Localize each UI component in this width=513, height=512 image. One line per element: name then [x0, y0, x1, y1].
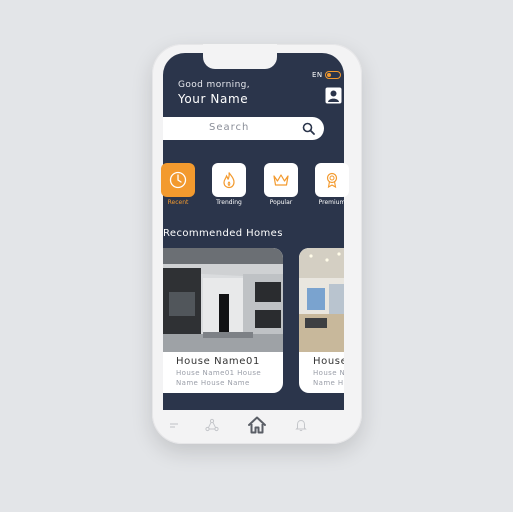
award-icon — [326, 172, 338, 189]
home-card-title: House Name01 — [176, 356, 260, 367]
phone-notch — [203, 44, 277, 69]
category-label-popular: Popular — [269, 199, 293, 206]
flame-icon — [223, 172, 235, 189]
category-label-trending: Trending — [216, 199, 242, 206]
category-label-recent: Recent — [167, 199, 189, 206]
category-label-premium: Premium — [318, 199, 346, 206]
home-card-subtitle: Name House Name — [176, 379, 250, 387]
home-photo — [299, 248, 344, 352]
category-recent[interactable] — [161, 163, 195, 197]
language-label[interactable]: EN — [312, 71, 322, 79]
user-icon[interactable] — [325, 87, 342, 104]
search-icon[interactable] — [302, 122, 315, 135]
category-popular[interactable] — [264, 163, 298, 197]
share-icon[interactable] — [205, 418, 219, 432]
home-card-1[interactable]: House Name01 House Name01 House Name Hou… — [163, 248, 283, 393]
search-bar[interactable]: Search — [163, 117, 324, 140]
user-name: Your Name — [178, 92, 249, 106]
home-card-subtitle: Name H — [313, 379, 344, 387]
bell-icon[interactable] — [294, 418, 308, 432]
home-card-2[interactable]: House House N Name H — [299, 248, 344, 393]
toggle-knob — [327, 73, 331, 77]
clock-icon — [169, 171, 187, 189]
crown-icon — [273, 174, 289, 186]
language-toggle[interactable] — [325, 71, 341, 79]
home-card-subtitle: House Name01 House — [176, 369, 262, 377]
search-placeholder: Search — [209, 122, 250, 133]
home-card-title: House — [313, 356, 344, 367]
home-photo — [163, 248, 283, 352]
section-title: Recommended Homes — [163, 228, 283, 239]
home-card-subtitle: House N — [313, 369, 344, 377]
greeting-text: Good morning, — [178, 80, 251, 90]
category-trending[interactable] — [212, 163, 246, 197]
bottom-nav — [163, 410, 344, 440]
category-premium[interactable] — [315, 163, 349, 197]
menu-icon[interactable] — [168, 418, 182, 432]
home-icon[interactable] — [247, 415, 267, 435]
